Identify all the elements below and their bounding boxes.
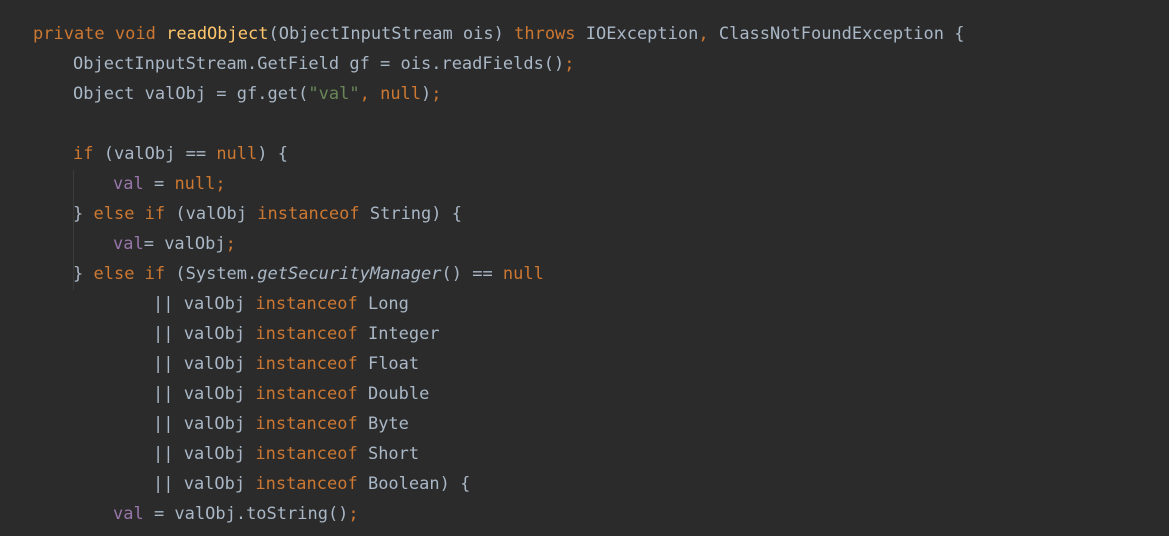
code-token: (System.: [165, 264, 258, 284]
code-token: ,: [359, 84, 381, 104]
code-area[interactable]: private void readObject(ObjectInputStrea…: [33, 19, 964, 529]
code-token: Integer: [357, 324, 440, 344]
code-line[interactable]: || valObj instanceof Long: [33, 289, 964, 319]
code-token: val: [113, 174, 144, 194]
code-token: || valObj: [153, 354, 256, 374]
code-token: throws: [514, 24, 576, 44]
code-token: () ==: [441, 264, 503, 284]
code-token: instanceof: [255, 354, 358, 374]
code-token: ;: [431, 84, 442, 104]
code-token: }: [73, 204, 94, 224]
code-line[interactable]: || valObj instanceof Double: [33, 379, 964, 409]
code-token: Short: [357, 444, 420, 464]
code-token: || valObj: [153, 384, 256, 404]
code-editor[interactable]: private void readObject(ObjectInputStrea…: [0, 0, 1169, 536]
code-token: getSecurityManager: [257, 264, 442, 284]
code-token: readObject: [166, 24, 269, 44]
code-token: ObjectInputStream.GetField gf = ois.read…: [73, 54, 565, 74]
code-token: instanceof: [255, 414, 358, 434]
code-line[interactable]: val = valObj.toString();: [33, 499, 964, 529]
code-line[interactable]: if (valObj == null) {: [33, 139, 964, 169]
code-token: null: [502, 264, 544, 284]
code-token: || valObj: [153, 324, 256, 344]
code-token: ) {: [257, 144, 288, 164]
code-token: null: [216, 144, 258, 164]
code-token: ;: [348, 504, 359, 524]
code-token: private: [33, 24, 105, 44]
code-token: val: [113, 504, 144, 524]
code-line[interactable]: || valObj instanceof Integer: [33, 319, 964, 349]
code-line[interactable]: || valObj instanceof Float: [33, 349, 964, 379]
code-token: Boolean) {: [357, 474, 471, 494]
code-token: else if: [93, 204, 166, 224]
code-line[interactable]: val= valObj;: [33, 229, 964, 259]
code-token: ): [421, 84, 432, 104]
code-line[interactable]: } else if (System.getSecurityManager() =…: [33, 259, 964, 289]
code-token: (valObj ==: [93, 144, 217, 164]
code-token: ;: [215, 174, 226, 194]
code-token: ;: [225, 234, 236, 254]
code-token: Float: [357, 354, 420, 374]
code-token: instanceof: [255, 444, 358, 464]
code-token: || valObj: [153, 474, 256, 494]
code-token: = valObj: [143, 234, 226, 254]
code-token: instanceof: [257, 204, 360, 224]
code-token: null: [380, 84, 422, 104]
code-line[interactable]: } else if (valObj instanceof String) {: [33, 199, 964, 229]
code-token: || valObj: [153, 444, 256, 464]
code-line[interactable]: || valObj instanceof Byte: [33, 409, 964, 439]
code-token: ClassNotFoundException {: [718, 24, 965, 44]
code-line[interactable]: private void readObject(ObjectInputStrea…: [33, 19, 964, 49]
code-line[interactable]: val = null;: [33, 169, 964, 199]
code-token: ,: [698, 24, 719, 44]
code-token: instanceof: [255, 474, 358, 494]
code-line[interactable]: Object valObj = gf.get("val", null);: [33, 79, 964, 109]
code-line[interactable]: [33, 109, 964, 139]
code-token: =: [143, 174, 175, 194]
code-token: void: [114, 24, 156, 44]
code-token: val: [113, 234, 144, 254]
code-token: || valObj: [153, 294, 256, 314]
code-token: instanceof: [255, 294, 358, 314]
code-line[interactable]: || valObj instanceof Boolean) {: [33, 469, 964, 499]
code-token: || valObj: [153, 414, 256, 434]
code-token: else if: [93, 264, 166, 284]
code-token: "val": [308, 84, 360, 104]
code-token: Long: [357, 294, 409, 314]
code-token: String) {: [359, 204, 462, 224]
code-token: = valObj.toString(): [143, 504, 349, 524]
code-token: instanceof: [255, 324, 358, 344]
code-token: null: [174, 174, 216, 194]
code-line[interactable]: || valObj instanceof Short: [33, 439, 964, 469]
code-token: IOException: [575, 24, 699, 44]
code-line[interactable]: ObjectInputStream.GetField gf = ois.read…: [33, 49, 964, 79]
code-token: }: [73, 264, 94, 284]
code-token: (ObjectInputStream ois): [268, 24, 515, 44]
code-token: if: [73, 144, 94, 164]
code-token: Object valObj = gf.get(: [73, 84, 309, 104]
code-token: ;: [564, 54, 575, 74]
code-token: Byte: [357, 414, 409, 434]
code-token: (valObj: [165, 204, 258, 224]
code-token: Double: [357, 384, 430, 404]
code-token: instanceof: [255, 384, 358, 404]
